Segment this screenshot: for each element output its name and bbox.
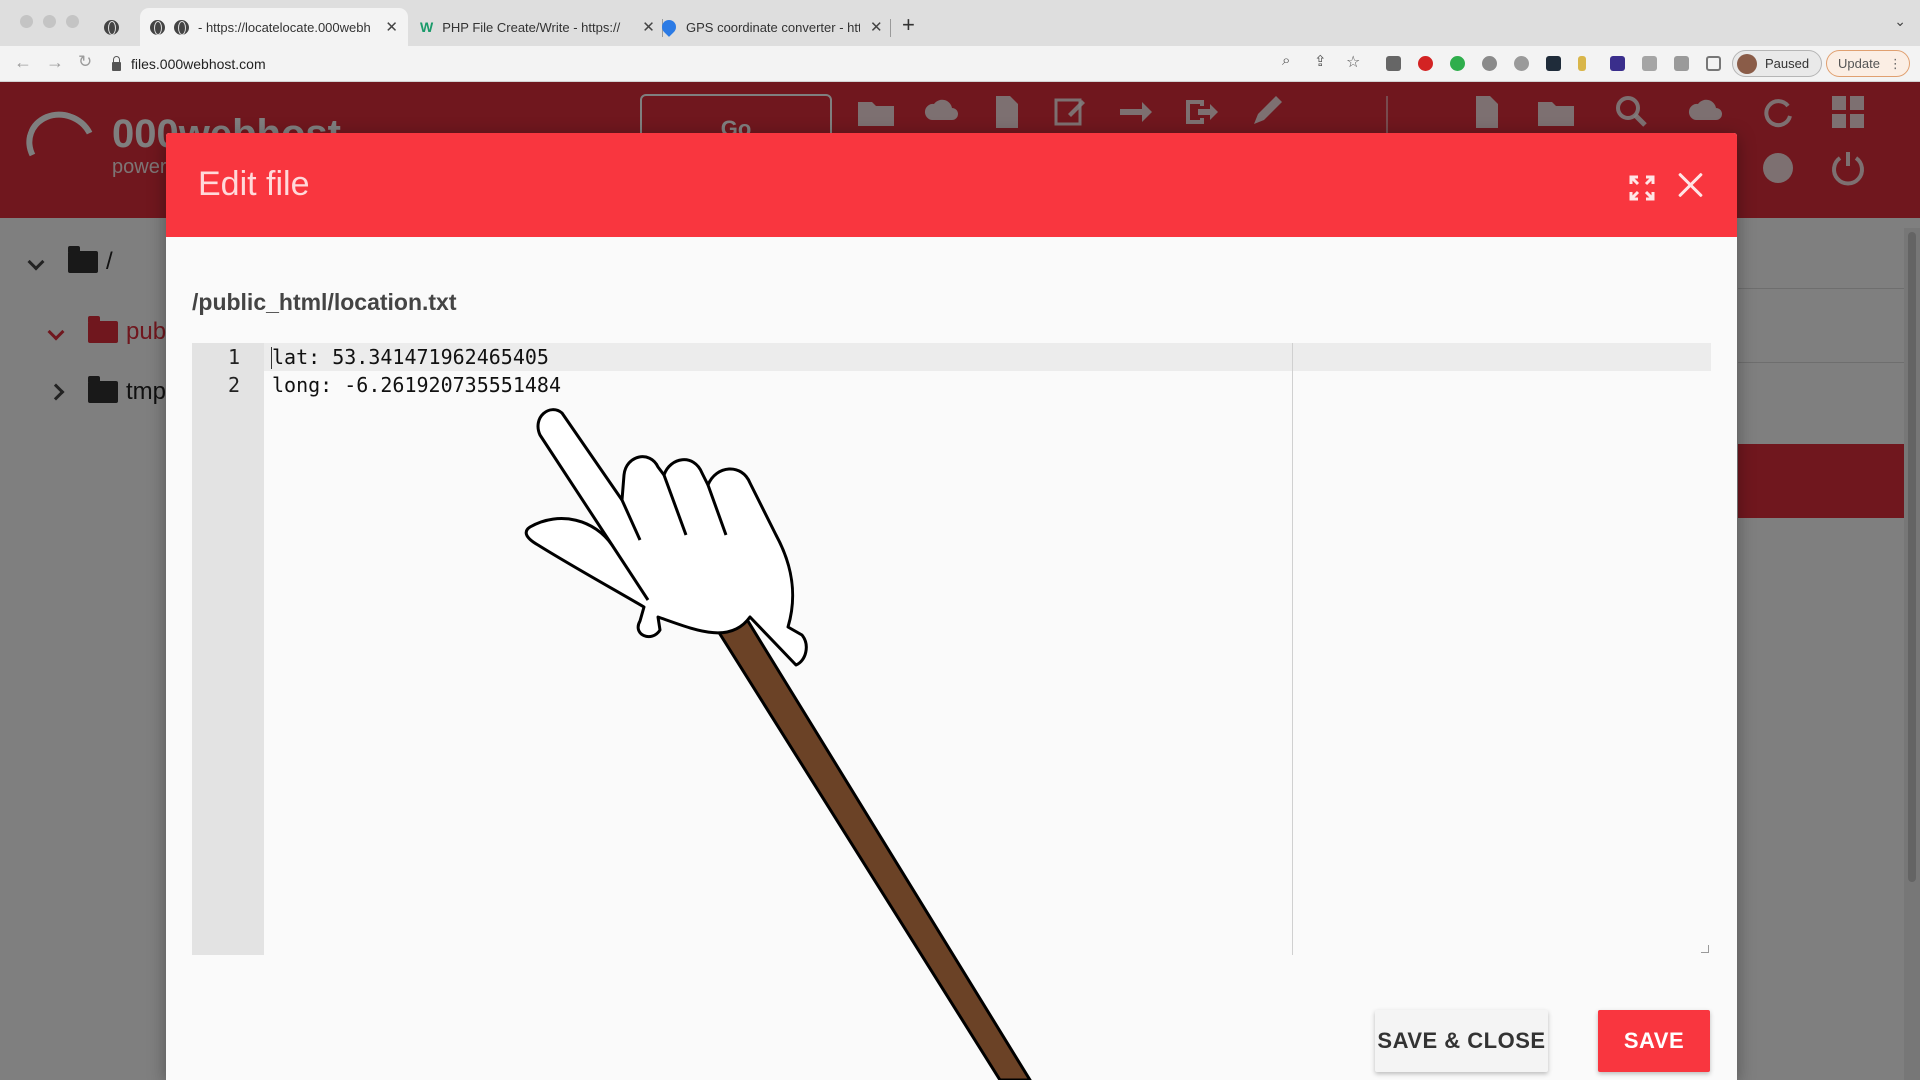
extension-camera-icon[interactable] <box>1642 56 1657 71</box>
dialog-title: Edit file <box>198 165 310 203</box>
avatar <box>1737 53 1757 74</box>
file-path: /public_html/location.txt <box>192 289 457 315</box>
w3schools-icon: W <box>420 19 434 35</box>
extension-cube-icon[interactable] <box>1610 56 1625 71</box>
window-controls <box>20 15 79 28</box>
tab-search-chevron-icon[interactable]: ⌄ <box>1894 13 1906 30</box>
tab-gps-converter[interactable]: GPS coordinate converter - htt ✕ <box>659 8 891 46</box>
globe-icon <box>104 19 119 35</box>
tab-locatelocate[interactable]: - https://locatelocate.000webh ✕ <box>140 8 408 46</box>
url-text: files.000webhost.com <box>131 56 266 72</box>
code-line[interactable]: long: -6.261920735551484 <box>272 371 561 399</box>
extension-opera-icon[interactable] <box>1418 56 1433 71</box>
resize-handle-icon[interactable] <box>1701 945 1709 953</box>
line-number: 1 <box>227 345 240 369</box>
text-cursor <box>271 347 272 369</box>
fullscreen-icon[interactable] <box>1629 175 1655 201</box>
line-number: 2 <box>227 373 240 397</box>
close-tab-icon[interactable]: ✕ <box>385 18 398 36</box>
pinned-tab[interactable] <box>104 8 128 46</box>
address-bar[interactable]: files.000webhost.com <box>112 51 266 77</box>
line-number-gutter: 1 2 <box>192 343 264 955</box>
globe-icon <box>174 19 189 35</box>
extension-owl-icon[interactable] <box>1514 56 1529 71</box>
update-label: Update <box>1838 56 1880 71</box>
close-window-button[interactable] <box>20 15 33 28</box>
new-tab-icon[interactable]: + <box>902 12 915 38</box>
browser-toolbar: ← → ↻ files.000webhost.com ⌕ ⇪ ☆ Paused … <box>0 46 1920 82</box>
code-line[interactable]: lat: 53.341471962465405 <box>272 343 549 371</box>
close-tab-icon[interactable]: ✕ <box>642 18 655 36</box>
minimize-window-button[interactable] <box>43 15 56 28</box>
maximize-window-button[interactable] <box>66 15 79 28</box>
profile-button[interactable]: Paused <box>1732 50 1822 77</box>
lock-icon <box>112 55 121 71</box>
kebab-menu-icon: ⋮ <box>1888 55 1902 71</box>
tab-title: PHP File Create/Write - https:// <box>442 19 621 35</box>
zoom-icon[interactable]: ⌕ <box>1282 52 1290 69</box>
extension-n-icon[interactable] <box>1578 56 1586 71</box>
reload-icon[interactable]: ↻ <box>78 52 92 72</box>
save-and-close-button[interactable]: SAVE & CLOSE <box>1375 1010 1548 1072</box>
extension-m-icon[interactable] <box>1450 56 1465 71</box>
update-button[interactable]: Update ⋮ <box>1826 50 1910 77</box>
close-tab-icon[interactable]: ✕ <box>870 18 883 36</box>
extension-download-icon[interactable] <box>1386 56 1401 71</box>
print-margin <box>1292 343 1293 955</box>
dialog-header: Edit file <box>166 133 1737 237</box>
save-button[interactable]: SAVE <box>1598 1010 1710 1072</box>
extension-badge-icon[interactable] <box>1482 56 1497 71</box>
back-icon[interactable]: ← <box>14 52 32 73</box>
gps-pin-icon <box>659 17 679 37</box>
forward-icon[interactable]: → <box>46 52 64 73</box>
globe-icon <box>150 19 165 35</box>
tab-title: GPS coordinate converter - htt <box>686 19 860 35</box>
side-panel-icon[interactable] <box>1706 56 1721 71</box>
browser-tab-bar: - https://locatelocate.000webh ✕ W PHP F… <box>0 0 1920 46</box>
bookmark-star-icon[interactable]: ☆ <box>1346 52 1360 72</box>
profile-status: Paused <box>1765 56 1810 71</box>
extensions-puzzle-icon[interactable] <box>1674 56 1689 71</box>
extension-folder-icon[interactable] <box>1546 56 1561 71</box>
tab-title: - https://locatelocate.000webh <box>198 19 371 35</box>
share-icon[interactable]: ⇪ <box>1314 52 1327 70</box>
pointing-hand-icon <box>524 408 1032 1080</box>
tab-php-file[interactable]: W PHP File Create/Write - https:// ✕ <box>420 8 663 46</box>
close-icon[interactable] <box>1674 169 1706 201</box>
